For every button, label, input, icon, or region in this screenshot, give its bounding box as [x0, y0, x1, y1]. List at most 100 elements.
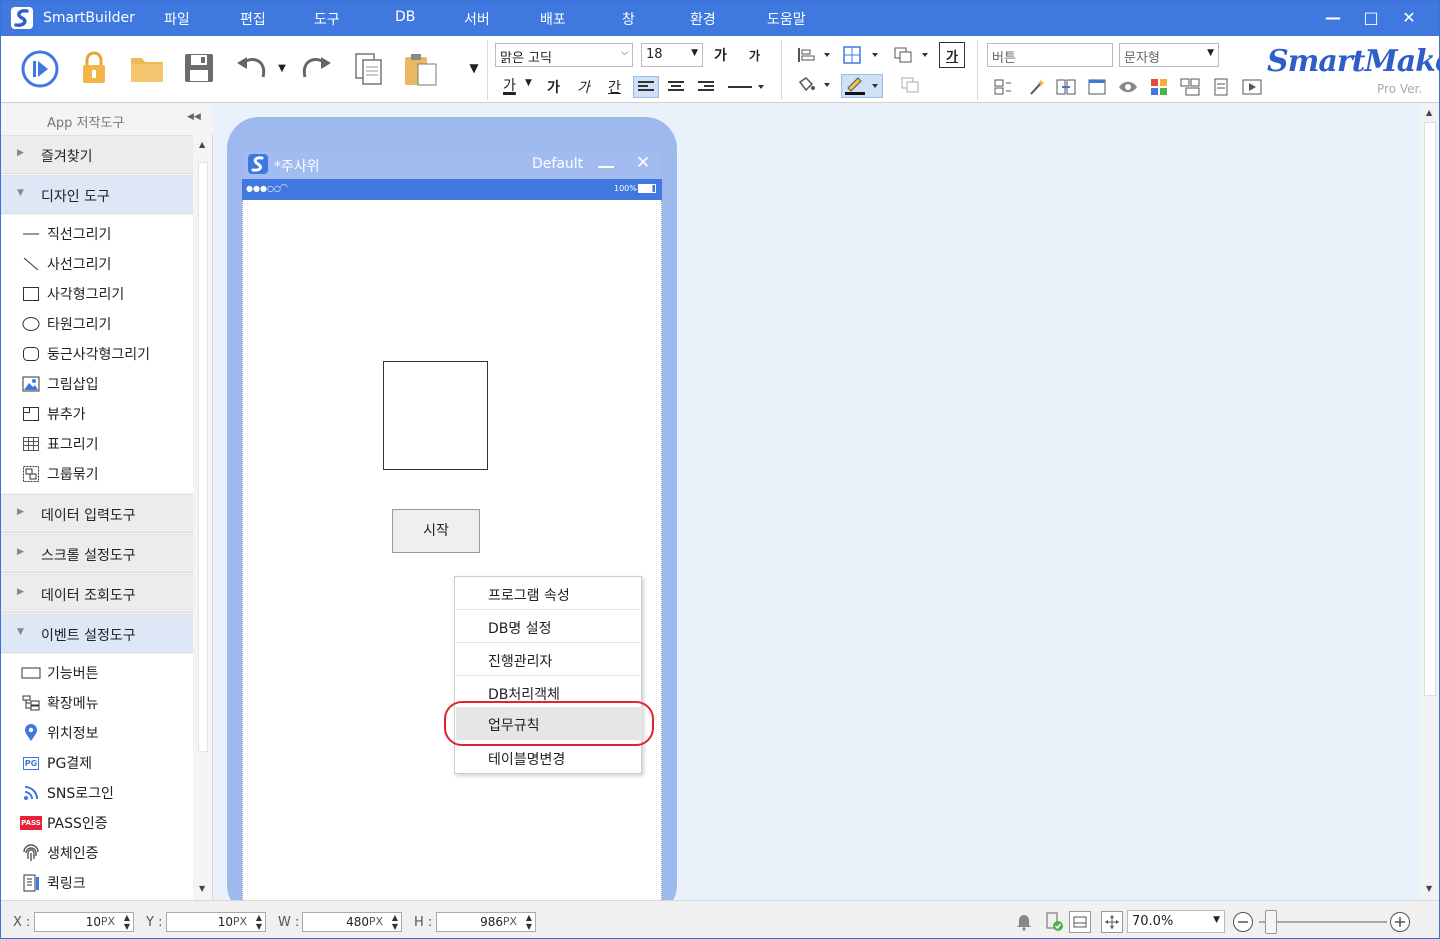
zoom-select[interactable]: 70.0% ▼	[1127, 910, 1225, 933]
chevron-down-icon[interactable]: ▼	[525, 78, 532, 88]
play-icon[interactable]	[1240, 76, 1264, 98]
tool-function-button[interactable]: 기능버튼	[1, 658, 193, 688]
spinner-icon[interactable]: ▲ ▼	[526, 913, 532, 931]
window-icon[interactable]	[1085, 76, 1109, 98]
collapse-panel-icon[interactable]: ◀◀	[187, 112, 201, 122]
form-minimize-icon[interactable]	[598, 166, 614, 168]
fit-page-icon[interactable]	[1069, 911, 1091, 933]
shrink-font-button[interactable]: 가	[749, 47, 760, 64]
paste-icon[interactable]	[401, 50, 441, 88]
align-center-icon[interactable]	[664, 76, 688, 98]
scroll-down-icon[interactable]: ▼	[1426, 884, 1432, 893]
tool-pass-auth[interactable]: PASS PASS인증	[1, 808, 193, 838]
position-icon[interactable]	[841, 44, 883, 66]
menu-item-db-name[interactable]: DB명 설정	[456, 610, 642, 643]
tool-draw-rectangle[interactable]: 사각형그리기	[1, 279, 193, 309]
arrange-icon[interactable]	[795, 44, 835, 66]
lock-icon[interactable]	[77, 50, 111, 86]
tool-draw-line[interactable]: 직선그리기	[1, 219, 193, 249]
section-favorites[interactable]: ▶ 즐겨찾기	[1, 135, 193, 174]
grow-font-button[interactable]: 가	[714, 45, 727, 65]
split-view-icon[interactable]	[1054, 76, 1078, 98]
italic-button[interactable]: 가	[577, 77, 590, 97]
layout-icon[interactable]	[1178, 76, 1202, 98]
menu-tools[interactable]: 도구	[314, 9, 340, 29]
page-icon[interactable]	[1209, 76, 1233, 98]
undo-icon[interactable]	[233, 50, 271, 86]
magic-wand-icon[interactable]	[1025, 76, 1049, 98]
font-color-button[interactable]: 가	[503, 75, 516, 95]
tool-draw-diagonal[interactable]: 사선그리기	[1, 249, 193, 279]
scroll-up-icon[interactable]: ▲	[199, 140, 205, 149]
w-field[interactable]: 480 PX ▲ ▼	[302, 912, 402, 932]
bell-icon[interactable]	[1013, 911, 1035, 933]
menu-item-program-properties[interactable]: 프로그램 속성	[456, 577, 642, 610]
align-left-icon[interactable]	[633, 76, 659, 98]
menu-server[interactable]: 서버	[464, 9, 490, 29]
section-data-input-tools[interactable]: ▶ 데이터 입력도구	[1, 494, 193, 533]
y-field[interactable]: 10 PX ▲ ▼	[166, 912, 266, 932]
control-name-field[interactable]: 버튼	[987, 43, 1113, 67]
x-field[interactable]: 10 PX ▲ ▼	[34, 912, 134, 932]
tool-quick-link[interactable]: 퀵링크	[1, 868, 193, 898]
toolbar-overflow-icon[interactable]: ▼	[467, 60, 481, 76]
zoom-in-icon[interactable]	[1388, 910, 1412, 934]
bold-button[interactable]: 가	[547, 77, 560, 97]
section-scroll-tools[interactable]: ▶ 스크롤 설정도구	[1, 534, 193, 573]
tool-sns-login[interactable]: SNS로그인	[1, 778, 193, 808]
redo-icon[interactable]	[297, 50, 335, 86]
tool-draw-table[interactable]: 표그리기	[1, 429, 193, 459]
zoom-slider-track[interactable]	[1259, 921, 1387, 923]
menu-file[interactable]: 파일	[164, 9, 190, 29]
start-button[interactable]: 시작	[392, 509, 480, 553]
tool-draw-ellipse[interactable]: 타원그리기	[1, 309, 193, 339]
color-palette-icon[interactable]	[1147, 76, 1171, 98]
layer-icon[interactable]	[897, 74, 923, 96]
menu-edit[interactable]: 편집	[240, 9, 266, 29]
align-objects-icon[interactable]	[991, 76, 1015, 98]
undo-dropdown-icon[interactable]: ▼	[275, 58, 289, 78]
scrollbar-thumb[interactable]	[1424, 122, 1436, 696]
tool-location[interactable]: 위치정보	[1, 718, 193, 748]
section-design-tools[interactable]: ▼ 디자인 도구	[1, 175, 193, 214]
scroll-up-icon[interactable]: ▲	[1426, 108, 1432, 117]
underline-button[interactable]: 간	[608, 77, 621, 97]
image-placeholder[interactable]	[383, 361, 488, 470]
font-size-select[interactable]: 18 ▼	[641, 43, 703, 67]
check-device-icon[interactable]	[1043, 911, 1065, 933]
line-style-icon[interactable]	[725, 76, 767, 98]
menu-environment[interactable]: 환경	[690, 9, 716, 29]
menu-db[interactable]: DB	[395, 9, 415, 25]
spinner-icon[interactable]: ▲ ▼	[392, 913, 398, 931]
group-icon[interactable]	[891, 44, 933, 66]
section-event-tools[interactable]: ▼ 이벤트 설정도구	[1, 614, 193, 653]
tool-biometric-auth[interactable]: 생체인증	[1, 838, 193, 868]
open-folder-icon[interactable]	[128, 50, 166, 86]
run-preview-button[interactable]	[19, 48, 61, 90]
control-type-select[interactable]: 문자형 ▼	[1119, 43, 1219, 67]
move-icon[interactable]	[1101, 911, 1123, 933]
h-field[interactable]: 986 PX ▲ ▼	[436, 912, 536, 932]
spinner-icon[interactable]: ▲ ▼	[256, 913, 262, 931]
spinner-icon[interactable]: ▲ ▼	[124, 913, 130, 931]
eye-icon[interactable]	[1116, 76, 1140, 98]
menu-window[interactable]: 창	[622, 9, 635, 29]
tool-extended-menu[interactable]: 확장메뉴	[1, 688, 193, 718]
maximize-button[interactable]: □	[1359, 7, 1383, 29]
line-color-icon[interactable]	[841, 74, 883, 98]
zoom-slider-thumb[interactable]	[1265, 910, 1277, 934]
section-data-query-tools[interactable]: ▶ 데이터 조회도구	[1, 574, 193, 613]
menu-item-progress-manager[interactable]: 진행관리자	[456, 643, 642, 676]
canvas-scrollbar[interactable]: ▲ ▼	[1421, 104, 1439, 900]
scroll-down-icon[interactable]: ▼	[199, 884, 205, 893]
zoom-out-icon[interactable]	[1231, 910, 1255, 934]
text-fill-button[interactable]: 가	[939, 42, 965, 68]
align-right-icon[interactable]	[694, 76, 718, 98]
tool-pg-payment[interactable]: PG PG결제	[1, 748, 193, 778]
tool-add-view[interactable]: 뷰추가	[1, 399, 193, 429]
close-window-button[interactable]: ✕	[1397, 7, 1421, 29]
fill-color-icon[interactable]	[795, 74, 835, 96]
save-icon[interactable]	[181, 50, 217, 86]
form-close-icon[interactable]: ✕	[636, 153, 650, 173]
sidebar-scrollbar[interactable]: ▲ ▼	[194, 134, 212, 900]
